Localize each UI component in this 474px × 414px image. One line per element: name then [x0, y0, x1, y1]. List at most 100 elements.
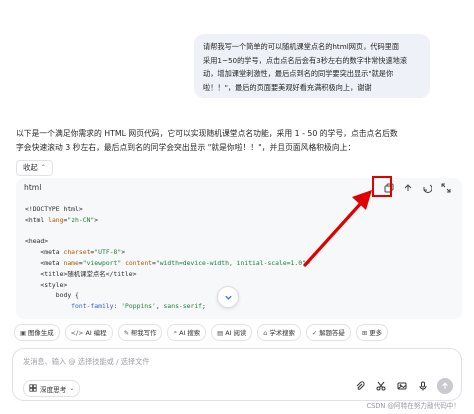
- scroll-down-button[interactable]: [217, 286, 239, 308]
- code-line: <meta name="viewport" content="width=dev…: [25, 258, 310, 269]
- skill-chip[interactable]: ⊞ 更多: [355, 324, 388, 341]
- assistant-intro-line: 以下是一个满足你需求的 HTML 网页代码，它可以实现随机课堂点名功能，采用 1…: [16, 129, 398, 138]
- message-input[interactable]: 发消息、输入 @ 选择技能或 / 选择文件: [23, 357, 150, 367]
- skill-chip-label: 图像生成: [28, 329, 54, 337]
- code-token: content: [125, 258, 153, 267]
- code-token: "width=device-width, initial-scale=1.0": [155, 258, 306, 267]
- skill-chip[interactable]: ⌂ 学术搜索: [257, 324, 301, 341]
- code-token: lang: [48, 215, 64, 224]
- code-line: <title>随机课堂点名</title>: [25, 269, 310, 280]
- skill-chip-label: AI 编程: [85, 329, 107, 337]
- user-message-line: 啦！！"，最后的页面要美观好看充满积极向上，谢谢: [203, 82, 372, 92]
- code-token: ;: [202, 302, 206, 311]
- code-token: body {: [55, 291, 79, 300]
- code-tools: [382, 181, 452, 194]
- code-line: body {: [25, 290, 310, 301]
- skill-chip-label: 更多: [369, 329, 382, 337]
- chevron-down-icon: ⌄: [69, 385, 75, 392]
- read-icon: ▤: [217, 328, 224, 337]
- send-button[interactable]: [437, 378, 453, 394]
- image-icon: ▣: [20, 328, 27, 337]
- wrap-icon[interactable]: [420, 181, 433, 194]
- code-line: <meta charset="UTF-8">: [25, 247, 310, 258]
- user-message-line: 动，增加课堂刺激性，最后点到名的同学要突出显示"就是你: [203, 69, 394, 78]
- code-block: html <!DOCTYPE html> <html lang="zh-CN"> <…: [16, 178, 462, 319]
- user-message-line: 请帮我写一个简单的可以随机课堂点名的html网页，代码里面: [203, 42, 400, 51]
- academic-icon: ⌂: [263, 328, 268, 337]
- code-language: html: [24, 183, 42, 192]
- microphone-icon[interactable]: [416, 380, 429, 393]
- code-token: >: [94, 215, 99, 224]
- code-run-icon[interactable]: [401, 181, 414, 194]
- code-line: <!DOCTYPE html>: [25, 204, 310, 215]
- arrow-up-icon: [442, 382, 448, 389]
- code-token: 'Poppins': [121, 302, 156, 311]
- code-line: <html lang="zh-CN">: [25, 215, 310, 226]
- solve-icon: ✓: [311, 328, 318, 337]
- code-token: "zh-CN": [67, 215, 95, 224]
- chevron-up-icon: ⌃: [40, 164, 46, 171]
- code-token: >: [121, 248, 126, 257]
- deep-think-label: 深度思考: [40, 385, 67, 394]
- attachment-icon[interactable]: [353, 380, 366, 393]
- image-upload-icon[interactable]: [395, 380, 408, 393]
- code-token: <title>随机课堂点名</title>: [40, 269, 137, 278]
- collapse-button[interactable]: 收起 ⌃: [16, 160, 53, 176]
- expand-icon[interactable]: [439, 181, 452, 194]
- assistant-intro-line: 字会快速滚动 3 秒左右，最后点到名的同学会突出显示 "就是你啦！！"，并且页面…: [16, 143, 356, 152]
- code-token: charset: [63, 248, 91, 257]
- deep-think-toggle[interactable]: 深度思考 ⌄: [23, 380, 81, 397]
- scissors-icon[interactable]: [374, 380, 387, 393]
- more-icon: ⊞: [361, 328, 368, 337]
- skill-chip-label: AI 阅读: [225, 329, 247, 337]
- skill-chip-label: 解题答疑: [319, 329, 345, 337]
- skill-chip-label: 帮我写作: [130, 329, 157, 337]
- skill-chip[interactable]: </> AI 编程: [64, 324, 113, 341]
- user-message-line: 采用1~50的学号，点击点名后会有3秒左右的数字非常快速地滚: [203, 55, 408, 65]
- skill-chip[interactable]: ▣ 图像生成: [14, 324, 60, 341]
- code-token: sans-serif: [163, 302, 203, 311]
- code-token: ,: [155, 302, 164, 311]
- watermark: CSDN @阿特在努力敲代码中！: [366, 402, 460, 410]
- skill-chip[interactable]: ✎ 帮我写作: [117, 324, 163, 341]
- code-token: font-family: [71, 302, 114, 311]
- message-input-box[interactable]: 发消息、输入 @ 选择技能或 / 选择文件 深度思考 ⌄: [12, 348, 462, 401]
- skill-chip[interactable]: ⌕ AI 搜索: [167, 324, 207, 341]
- search-icon: ⌕: [173, 328, 178, 336]
- code-token: <meta: [40, 248, 64, 257]
- code-token: "viewport": [82, 258, 122, 267]
- code-content: <!DOCTYPE html> <html lang="zh-CN"> <head>…: [25, 204, 310, 312]
- code-line: <head>: [25, 236, 310, 247]
- assistant-intro: 以下是一个满足你需求的 HTML 网页代码，它可以实现随机课堂点名功能，采用 1…: [16, 127, 462, 155]
- skill-chip-label: 学术搜索: [269, 329, 295, 337]
- code-token: <style>: [40, 280, 68, 289]
- code-token: "UTF-8": [94, 248, 122, 257]
- skill-toolbar: ▣ 图像生成 </> AI 编程 ✎ 帮我写作 ⌕ AI 搜索 ▤ AI 阅读 ⌂ 学术搜索 ✓ 解题答疑…: [14, 324, 464, 341]
- code-icon: </>: [70, 328, 84, 337]
- code-token: <meta: [40, 258, 64, 267]
- user-message-bubble: 请帮我写一个简单的可以随机课堂点名的html网页，代码里面 采用1~50的学号，…: [194, 34, 430, 98]
- code-token: <!DOCTYPE html>: [25, 205, 83, 213]
- skill-chip[interactable]: ✓ 解题答疑: [305, 324, 351, 341]
- deep-think-icon: [29, 383, 37, 394]
- code-token: <html: [25, 215, 49, 224]
- skill-chip-label: AI 搜索: [179, 329, 201, 337]
- code-line: font-family: 'Poppins', sans-serif;: [25, 301, 310, 312]
- skill-chip[interactable]: ▤ AI 阅读: [211, 324, 253, 341]
- code-header: html: [16, 178, 462, 200]
- code-token: >: [305, 258, 310, 267]
- input-tools: [353, 378, 453, 394]
- copy-button-highlight: [372, 176, 392, 197]
- collapse-label: 收起: [23, 163, 38, 172]
- pen-icon: ✎: [123, 328, 129, 337]
- code-line: <style>: [25, 280, 310, 291]
- code-token: name: [63, 258, 79, 267]
- chevron-down-icon: [224, 295, 232, 300]
